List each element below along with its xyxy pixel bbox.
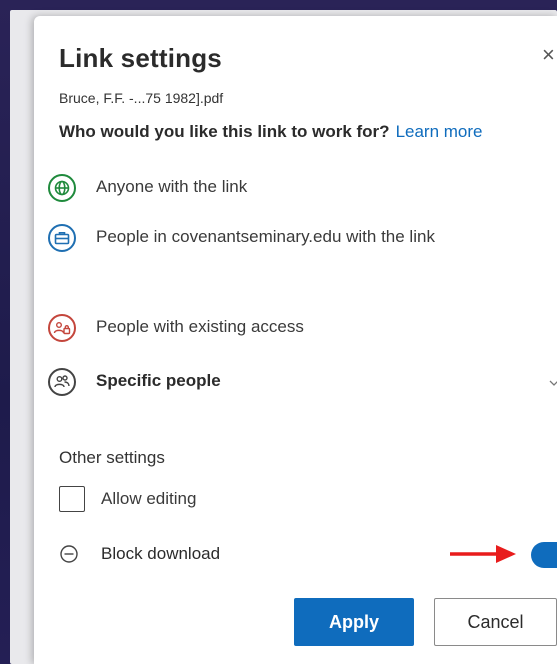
option-existing-access[interactable]: People with existing access [48, 314, 304, 342]
block-download-toggle[interactable] [531, 542, 557, 568]
people-lock-icon [48, 314, 76, 342]
link-settings-dialog: Link settings × Bruce, F.F. -...75 1982]… [34, 16, 557, 664]
dialog-title: Link settings [59, 43, 222, 73]
audience-question: Who would you like this link to work for… [59, 122, 483, 142]
apply-button[interactable]: Apply [294, 598, 414, 646]
allow-editing-checkbox[interactable] [59, 486, 85, 512]
option-organization[interactable]: People in covenantseminary.edu with the … [48, 224, 456, 252]
block-download-label: Block download [101, 544, 221, 563]
other-settings-heading: Other settings [59, 448, 165, 467]
close-icon[interactable]: × [542, 44, 555, 66]
chevron-down-icon[interactable] [549, 378, 557, 388]
block-icon [60, 545, 78, 563]
option-anyone[interactable]: Anyone with the link [48, 174, 247, 202]
allow-editing-row[interactable]: Allow editing [59, 486, 196, 512]
annotation-arrow-icon [450, 545, 516, 563]
option-label: People in covenantseminary.edu with the … [96, 227, 435, 246]
option-label: Specific people [96, 371, 221, 390]
people-icon [48, 368, 76, 396]
file-name: Bruce, F.F. -...75 1982].pdf [59, 90, 224, 106]
learn-more-link[interactable]: Learn more [396, 122, 483, 141]
option-label: People with existing access [96, 317, 304, 336]
block-download-row: Block download [59, 544, 220, 564]
audience-question-text: Who would you like this link to work for… [59, 122, 390, 141]
option-label: Anyone with the link [96, 177, 248, 196]
briefcase-icon [48, 224, 76, 252]
option-specific-people[interactable]: Specific people [48, 368, 221, 396]
globe-icon [48, 174, 76, 202]
cancel-button[interactable]: Cancel [434, 598, 557, 646]
allow-editing-label: Allow editing [101, 489, 197, 508]
